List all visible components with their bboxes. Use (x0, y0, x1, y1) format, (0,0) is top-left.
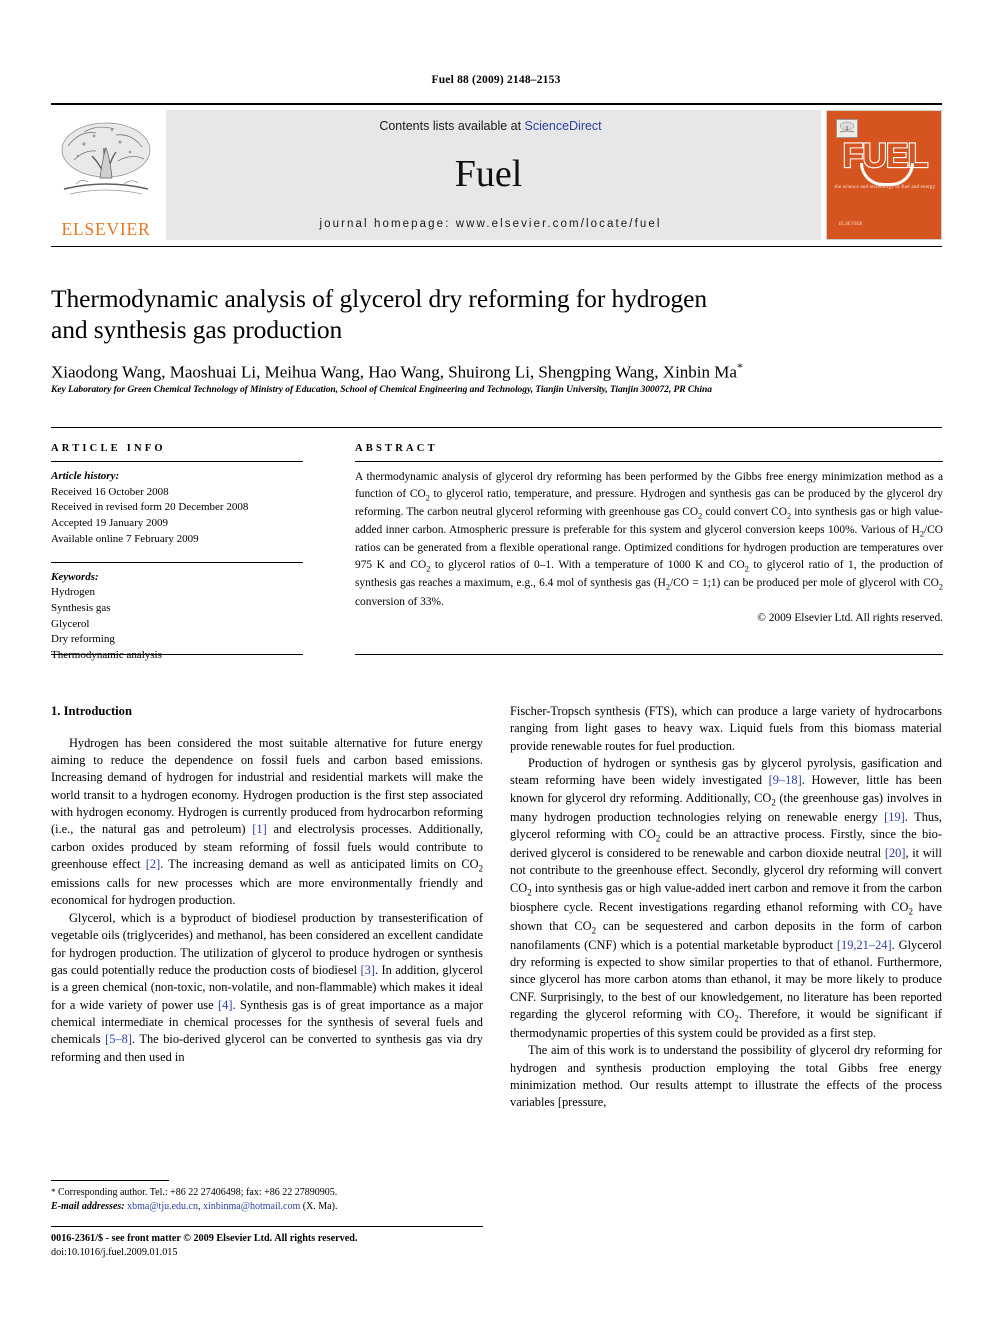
email-note: E-mail addresses: xbma@tju.edu.cn, xinbi… (51, 1200, 483, 1214)
contents-prefix: Contents lists available at (379, 119, 525, 133)
info-divider-bottom-left (51, 654, 303, 655)
keywords-label: Keywords: (51, 570, 99, 583)
title-line-1: Thermodynamic analysis of glycerol dry r… (51, 284, 707, 313)
journal-band: Contents lists available at ScienceDirec… (166, 110, 821, 240)
elsevier-logo: ELSEVIER (51, 110, 161, 240)
email-owner: (X. Ma). (302, 1201, 338, 1213)
keyword-item: Hydrogen (51, 586, 95, 599)
history-item: Received in revised form 20 December 200… (51, 501, 249, 514)
info-divider-top (51, 427, 942, 428)
cover-arc-decoration (860, 163, 914, 186)
paragraph: Glycerol, which is a byproduct of biodie… (51, 910, 483, 1064)
article-info-rule (51, 461, 303, 462)
cover-mini-tree-icon (839, 121, 855, 133)
affiliation: Key Laboratory for Green Chemical Techno… (51, 385, 712, 395)
keywords-rule (51, 561, 303, 563)
corresponding-author-note: * Corresponding author. Tel.: +86 22 274… (51, 1186, 483, 1200)
paragraph: Hydrogen has been considered the most su… (51, 735, 484, 908)
section-heading-introduction: 1. Introduction (51, 704, 132, 718)
keyword-item: Synthesis gas (51, 602, 111, 615)
paragraph: Production of hydrogen or synthesis gas … (510, 756, 943, 1041)
email-label: E-mail addresses: (51, 1201, 125, 1213)
running-head: Fuel 88 (2009) 2148–2153 (431, 74, 561, 86)
journal-homepage-line[interactable]: journal homepage: www.elsevier.com/locat… (180, 218, 807, 230)
abstract-copyright: © 2009 Elsevier Ltd. All rights reserved… (757, 612, 943, 625)
body-column-left: 1. Introduction Hydrogen has been consid… (51, 703, 483, 1066)
cover-publisher-footer: ELSEVIER (839, 222, 863, 227)
footer-divider (51, 1226, 483, 1227)
history-item: Available online 7 February 2009 (51, 532, 199, 545)
elsevier-wordmark: ELSEVIER (61, 218, 151, 239)
article-page: Fuel 88 (2009) 2148–2153 ELSEVIER Conten… (0, 0, 992, 1323)
abstract-text: A thermodynamic analysis of glycerol dry… (355, 471, 944, 608)
abstract-column: ABSTRACT A thermodynamic analysis of gly… (355, 443, 943, 624)
contents-available-line: Contents lists available at ScienceDirec… (180, 119, 807, 133)
authors-names: Xiaodong Wang, Maoshuai Li, Meihua Wang,… (51, 362, 737, 382)
title-divider (51, 246, 942, 247)
article-info-heading: ARTICLE INFO (51, 443, 166, 454)
journal-masthead: ELSEVIER Contents lists available at Sci… (51, 103, 942, 240)
author-list: Xiaodong Wang, Maoshuai Li, Meihua Wang,… (51, 360, 942, 383)
footnote-divider (51, 1180, 169, 1181)
article-history-label: Article history: (51, 470, 120, 482)
abstract-rule (355, 461, 943, 462)
doi-line[interactable]: doi:10.1016/j.fuel.2009.01.015 (51, 1246, 531, 1260)
sciencedirect-link[interactable]: ScienceDirect (525, 119, 602, 133)
footnote-block: * Corresponding author. Tel.: +86 22 274… (51, 1186, 483, 1214)
paragraph: The aim of this work is to understand th… (510, 1043, 942, 1110)
history-item: Received 16 October 2008 (51, 485, 169, 498)
article-info-column: ARTICLE INFO Article history: Received 1… (51, 443, 303, 664)
body-column-right: Fischer-Tropsch synthesis (FTS), which c… (510, 703, 942, 1112)
abstract-heading: ABSTRACT (355, 443, 438, 454)
footnote-marker: * (51, 1187, 56, 1197)
issn-line: 0016-2361/$ - see front matter © 2009 El… (51, 1233, 358, 1244)
email-address-primary[interactable]: xbma@tju.edu.cn (127, 1201, 198, 1212)
keyword-item: Thermodynamic analysis (51, 649, 162, 662)
journal-title: Fuel (454, 152, 523, 195)
cover-tagline: the science and technology of fuel and e… (834, 185, 936, 190)
corresponding-author-text: Corresponding author. Tel.: +86 22 27406… (58, 1187, 338, 1198)
elsevier-tree-icon (61, 122, 151, 194)
email-address-secondary[interactable]: xinbinma@hotmail.com (203, 1201, 300, 1212)
info-divider-bottom (355, 654, 943, 655)
title-line-2: and synthesis gas production (51, 315, 343, 345)
page-title: Thermodynamic analysis of glycerol dry r… (51, 283, 811, 345)
keyword-item: Glycerol (51, 617, 90, 630)
keyword-item: Dry reforming (51, 633, 115, 646)
footer-block: 0016-2361/$ - see front matter © 2009 El… (51, 1232, 531, 1261)
corresponding-author-marker: * (736, 360, 743, 374)
history-item: Accepted 19 January 2009 (51, 517, 168, 530)
paragraph: Fischer-Tropsch synthesis (FTS), which c… (510, 704, 942, 753)
journal-cover-thumbnail: FUEL the science and technology of fuel … (826, 110, 942, 240)
cover-elsevier-badge-icon (836, 119, 858, 138)
